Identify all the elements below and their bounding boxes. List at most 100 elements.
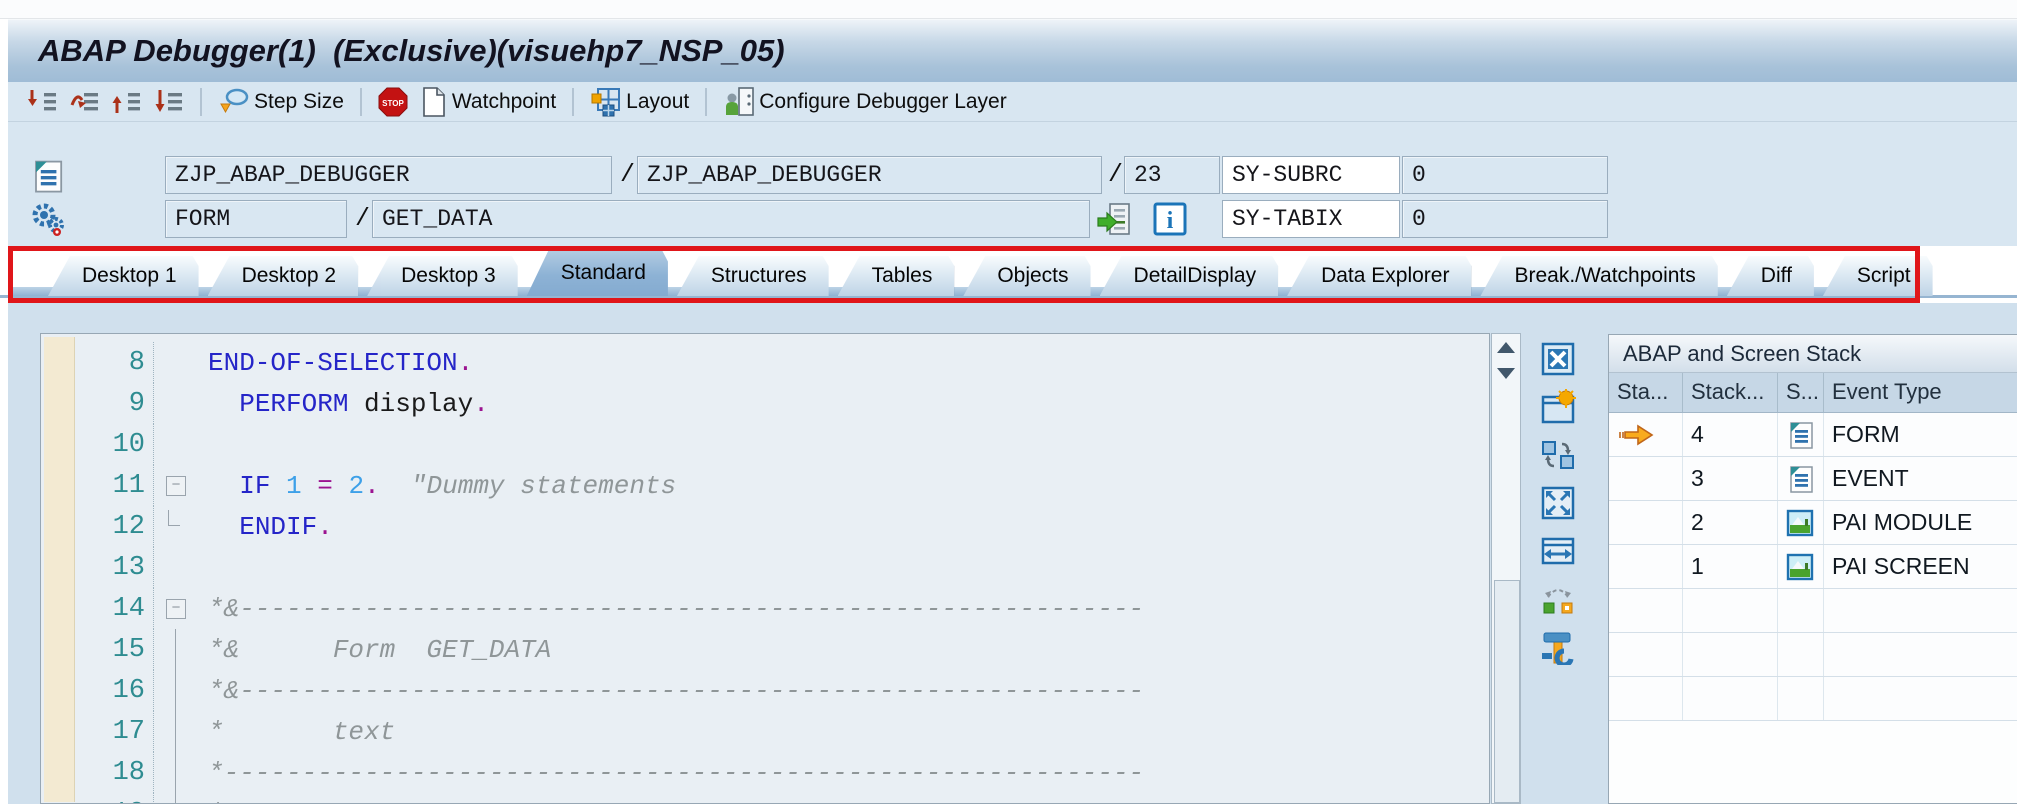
tab-label: Desktop 3 <box>401 264 496 287</box>
scroll-down-button[interactable] <box>1492 360 1520 386</box>
code-text: *& Form GET_DATA <box>208 634 552 665</box>
fold-marker-column <box>154 383 204 424</box>
step-into-button[interactable] <box>25 85 61 119</box>
tool-services-icon[interactable] <box>1539 628 1577 666</box>
close-tool-icon[interactable] <box>1539 340 1577 378</box>
line-number[interactable]: 15 <box>41 635 153 665</box>
line-number-field[interactable]: 23 <box>1124 156 1220 194</box>
stack-number-cell: 3 <box>1683 457 1778 500</box>
tab-label: Desktop 2 <box>241 264 337 287</box>
field-separator: / <box>355 204 371 233</box>
line-number[interactable]: 12 <box>41 512 153 542</box>
abap-program-icon <box>30 158 66 194</box>
code-line: 19 * --> p1 text <box>41 793 1489 804</box>
stop-button[interactable]: STOP <box>375 85 411 119</box>
code-editor[interactable]: 8 END-OF-SELECTION. 9 PERFORM display. 10 11… <box>40 333 1490 804</box>
stack-empty-cell <box>1609 589 1683 632</box>
include-field[interactable]: ZJP_ABAP_DEBUGGER <box>637 156 1102 194</box>
code-text: *&--------------------------------------… <box>208 593 1145 624</box>
scroll-up-button[interactable] <box>1492 334 1520 360</box>
stack-row[interactable]: 3 EVENT <box>1609 457 2017 501</box>
code-text: *---------------------------------------… <box>208 757 1145 788</box>
goto-statement-icon[interactable] <box>1096 201 1132 237</box>
variable-1-name-field[interactable]: SY-SUBRC <box>1222 156 1400 194</box>
screen-icon <box>1786 509 1814 536</box>
stack-status-cell <box>1609 545 1683 588</box>
stack-row[interactable]: 1 PAI SCREEN <box>1609 545 2017 589</box>
watchpoint-label: Watchpoint <box>451 89 557 113</box>
stack-rows: 4 FORM 3 EVENT 2 PAI MODULE 1 PAI SCREEN <box>1609 413 2017 721</box>
tab-desktop-2[interactable]: Desktop 2 <box>208 256 359 296</box>
tab-tables[interactable]: Tables <box>838 256 955 296</box>
line-number[interactable]: 19 <box>41 799 153 804</box>
line-number[interactable]: 11 <box>41 471 153 501</box>
layout-button[interactable]: Layout <box>587 85 692 119</box>
new-tool-window-icon[interactable] <box>1539 388 1577 426</box>
triangle-down-icon <box>1497 367 1515 379</box>
tab-label: Script <box>1856 264 1911 287</box>
line-number[interactable]: 13 <box>41 553 153 583</box>
line-number[interactable]: 14 <box>41 594 153 624</box>
program-field[interactable]: ZJP_ABAP_DEBUGGER <box>165 156 612 194</box>
tab-desktop-1[interactable]: Desktop 1 <box>48 256 199 296</box>
variable-2-name-field[interactable]: SY-TABIX <box>1222 200 1400 238</box>
step-return-button[interactable] <box>109 85 145 119</box>
swap-tool-icon[interactable] <box>1539 436 1577 474</box>
tab-break-watchpoints[interactable]: Break./Watchpoints <box>1480 256 1717 296</box>
continue-button[interactable] <box>151 85 187 119</box>
fold-open-icon[interactable]: − <box>166 476 186 496</box>
tab-objects[interactable]: Objects <box>963 256 1090 296</box>
line-number[interactable]: 16 <box>41 676 153 706</box>
fold-guide-line <box>175 711 176 752</box>
tab-label: DetailDisplay <box>1133 264 1257 287</box>
fold-marker-column: − <box>154 465 204 506</box>
replace-tool-icon[interactable] <box>1539 580 1577 618</box>
svg-text:i: i <box>1167 208 1174 234</box>
tab-diff[interactable]: Diff <box>1727 256 1814 296</box>
line-number[interactable]: 9 <box>41 389 153 419</box>
event-name-field[interactable]: GET_DATA <box>372 200 1090 238</box>
toolbar-separator <box>359 87 362 116</box>
tab-label: Standard <box>560 261 646 284</box>
watchpoint-button[interactable]: Watchpoint <box>417 85 559 119</box>
event-type-field[interactable]: FORM <box>165 200 347 238</box>
info-icon[interactable]: i <box>1152 201 1188 237</box>
tab-standard[interactable]: Standard <box>527 250 668 296</box>
stack-number-cell: 1 <box>1683 545 1778 588</box>
step-size-button[interactable]: Step Size <box>215 85 347 119</box>
variable-2-value-field[interactable]: 0 <box>1402 200 1608 238</box>
tab-structures[interactable]: Structures <box>677 256 829 296</box>
watchpoint-icon <box>423 86 445 117</box>
line-number[interactable]: 10 <box>41 430 153 460</box>
stack-row[interactable]: 4 FORM <box>1609 413 2017 457</box>
configure-debugger-layer-label: Configure Debugger Layer <box>759 89 1007 113</box>
fold-guide-line <box>175 793 176 803</box>
continue-icon <box>155 89 182 112</box>
toolbar-separator <box>705 87 708 116</box>
scrollbar-thumb[interactable] <box>1494 580 1520 803</box>
step-over-icon <box>70 92 98 110</box>
step-size-icon <box>220 88 249 113</box>
full-width-icon[interactable] <box>1539 532 1577 570</box>
tab-desktop-3[interactable]: Desktop 3 <box>367 256 518 296</box>
maximize-tool-icon[interactable] <box>1539 484 1577 522</box>
stack-status-cell <box>1609 501 1683 544</box>
application-toolbar: Step Size STOP Watchpoint Layout Configu… <box>8 82 2017 122</box>
fold-marker-column <box>154 424 204 465</box>
stack-empty-cell <box>1609 677 1683 720</box>
stack-type-icon-cell <box>1778 545 1824 588</box>
configure-debugger-layer-button[interactable]: Configure Debugger Layer <box>720 85 1010 119</box>
line-number[interactable]: 18 <box>41 758 153 788</box>
step-over-button[interactable] <box>67 85 103 119</box>
variable-1-value-field[interactable]: 0 <box>1402 156 1608 194</box>
fold-open-icon[interactable]: − <box>166 599 186 619</box>
editor-scrollbar[interactable] <box>1491 333 1521 804</box>
tab-detaildisplay[interactable]: DetailDisplay <box>1100 256 1279 296</box>
line-number[interactable]: 17 <box>41 717 153 747</box>
tab-data-explorer[interactable]: Data Explorer <box>1287 256 1471 296</box>
stack-column-header: Sta... <box>1609 373 1683 412</box>
svg-text:STOP: STOP <box>382 99 404 108</box>
tab-script[interactable]: Script <box>1823 256 1933 296</box>
line-number[interactable]: 8 <box>41 348 153 378</box>
stack-row[interactable]: 2 PAI MODULE <box>1609 501 2017 545</box>
